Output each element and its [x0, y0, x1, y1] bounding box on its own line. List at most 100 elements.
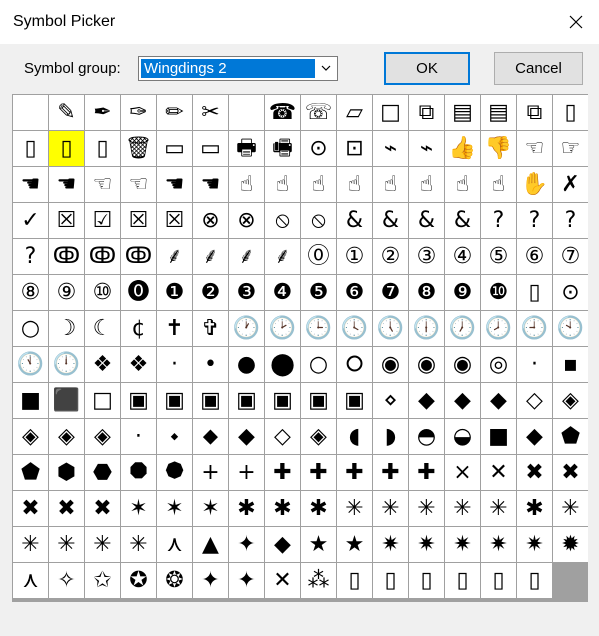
symbol-cell[interactable]: ▪ — [553, 347, 588, 382]
symbol-cell[interactable]: ☒ — [157, 203, 192, 238]
symbol-cell[interactable]: ⸙ — [265, 239, 300, 274]
symbol-cell[interactable]: ◉ — [409, 347, 444, 382]
symbol-cell[interactable]: 🖷 — [265, 131, 300, 166]
symbol-cell[interactable]: ▯ — [337, 563, 372, 598]
symbol-cell[interactable]: ✕ — [481, 455, 516, 490]
symbol-cell[interactable]: 🖶 — [229, 131, 264, 166]
symbol-cell[interactable]: ✩ — [85, 563, 120, 598]
symbol-cell[interactable]: ☝ — [373, 167, 408, 202]
symbol-cell[interactable]: ✚ — [373, 455, 408, 490]
symbol-cell[interactable]: ▤ — [445, 95, 480, 130]
symbol-cell[interactable]: ☎ — [265, 95, 300, 130]
symbol-cell[interactable]: & — [409, 203, 444, 238]
symbol-cell[interactable]: ✳ — [13, 527, 48, 562]
symbol-cell[interactable]: ✷ — [409, 527, 444, 562]
symbol-cell[interactable]: ⬟ — [13, 455, 48, 490]
symbol-cell[interactable]: ⑨ — [49, 275, 84, 310]
symbol-cell[interactable]: ✱ — [229, 491, 264, 526]
symbol-cell[interactable]: ⊙ — [553, 275, 588, 310]
symbol-cell[interactable]: ✏ — [157, 95, 192, 130]
symbol-cell[interactable]: 🕓 — [337, 311, 372, 346]
symbol-cell[interactable]: 🕐 — [229, 311, 264, 346]
symbol-cell[interactable]: ▯ — [517, 563, 552, 598]
symbol-cell[interactable]: ✳ — [49, 527, 84, 562]
symbol-cell[interactable]: ■ — [481, 419, 516, 454]
symbol-cell[interactable]: 🕔 — [373, 311, 408, 346]
symbol-cell[interactable]: ⬤ — [265, 347, 300, 382]
ok-button[interactable]: OK — [384, 52, 470, 85]
symbol-cell[interactable]: ↂ — [49, 239, 84, 274]
symbol-cell[interactable]: ⯄ — [157, 455, 192, 490]
symbol-cell[interactable]: ▭ — [157, 131, 192, 166]
symbol-cell[interactable]: ? — [517, 203, 552, 238]
symbol-cell[interactable]: ❷ — [193, 275, 228, 310]
symbol-cell[interactable]: + — [229, 455, 264, 490]
symbol-cell[interactable]: ◓ — [409, 419, 444, 454]
symbol-cell[interactable]: ◆ — [265, 527, 300, 562]
symbol-cell[interactable]: ✳ — [409, 491, 444, 526]
symbol-cell[interactable]: ⋅ — [121, 419, 156, 454]
symbol-cell[interactable]: ◒ — [445, 419, 480, 454]
symbol-cell[interactable]: ✑ — [121, 95, 156, 130]
symbol-cell[interactable]: ▣ — [121, 383, 156, 418]
symbol-cell[interactable]: ▲ — [193, 527, 228, 562]
symbol-cell[interactable]: ✖ — [13, 491, 48, 526]
symbol-cell[interactable]: ⭘ — [337, 347, 372, 382]
symbol-cell[interactable]: ☑ — [85, 203, 120, 238]
symbol-cell[interactable]: ⑦ — [553, 239, 588, 274]
symbol-cell[interactable]: ✦ — [229, 527, 264, 562]
symbol-cell[interactable]: ? — [481, 203, 516, 238]
symbol-cell[interactable]: ✚ — [337, 455, 372, 490]
symbol-cell[interactable]: ◖ — [337, 419, 372, 454]
symbol-cell[interactable]: ▣ — [301, 383, 336, 418]
symbol-cell[interactable]: ⋏ — [157, 527, 192, 562]
symbol-cell[interactable]: 🕙 — [553, 311, 588, 346]
symbol-cell[interactable]: ❼ — [373, 275, 408, 310]
symbol-cell[interactable]: ✷ — [445, 527, 480, 562]
symbol-cell[interactable]: ▣ — [157, 383, 192, 418]
symbol-cell[interactable]: ? — [13, 239, 48, 274]
symbol-cell[interactable]: ✦ — [229, 563, 264, 598]
symbol-cell[interactable]: ⧉ — [517, 95, 552, 130]
symbol-cell[interactable]: ☚ — [49, 167, 84, 202]
symbol-cell[interactable]: ★ — [301, 527, 336, 562]
symbol-cell[interactable]: ❻ — [337, 275, 372, 310]
symbol-cell[interactable]: ⋄ — [373, 383, 408, 418]
symbol-cell[interactable]: ◎ — [481, 347, 516, 382]
symbol-cell[interactable]: ✶ — [121, 491, 156, 526]
symbol-cell[interactable]: ◉ — [445, 347, 480, 382]
symbol-cell[interactable]: ⦸ — [265, 203, 300, 238]
symbol-cell[interactable] — [13, 95, 48, 130]
symbol-cell[interactable]: ✓ — [13, 203, 48, 238]
symbol-cell[interactable]: ① — [337, 239, 372, 274]
symbol-cell[interactable]: ✎ — [49, 95, 84, 130]
symbol-cell[interactable]: ④ — [445, 239, 480, 274]
symbol-cell[interactable]: ⬟ — [553, 419, 588, 454]
symbol-cell[interactable]: ▯ — [553, 95, 588, 130]
symbol-cell[interactable]: ✝ — [157, 311, 192, 346]
symbol-cell[interactable]: ⁂ — [301, 563, 336, 598]
symbol-cell[interactable]: & — [445, 203, 480, 238]
symbol-cell[interactable]: ② — [373, 239, 408, 274]
symbol-cell[interactable]: ⊗ — [229, 203, 264, 238]
symbol-cell[interactable]: ▣ — [337, 383, 372, 418]
symbol-cell[interactable]: ✒ — [85, 95, 120, 130]
symbol-cell[interactable]: ◇ — [265, 419, 300, 454]
symbol-cell[interactable]: ✳ — [481, 491, 516, 526]
symbol-cell[interactable]: ☾ — [85, 311, 120, 346]
symbol-cell[interactable]: ◇ — [517, 383, 552, 418]
symbol-cell[interactable]: ☜ — [517, 131, 552, 166]
symbol-cell[interactable]: ✚ — [265, 455, 300, 490]
symbol-cell[interactable]: 👍 — [445, 131, 480, 166]
symbol-cell[interactable]: ✷ — [481, 527, 516, 562]
cancel-button[interactable]: Cancel — [494, 52, 583, 85]
symbol-cell[interactable]: ⓪ — [301, 239, 336, 274]
symbol-cell[interactable]: × — [445, 455, 480, 490]
symbol-cell[interactable]: ③ — [409, 239, 444, 274]
symbol-cell[interactable]: ☏ — [301, 95, 336, 130]
symbol-cell[interactable]: ☚ — [13, 167, 48, 202]
symbol-cell[interactable]: ⸙ — [193, 239, 228, 274]
symbol-cell[interactable]: ▯ — [481, 563, 516, 598]
symbol-cell[interactable]: ✂ — [193, 95, 228, 130]
symbol-cell[interactable]: ▯ — [373, 563, 408, 598]
